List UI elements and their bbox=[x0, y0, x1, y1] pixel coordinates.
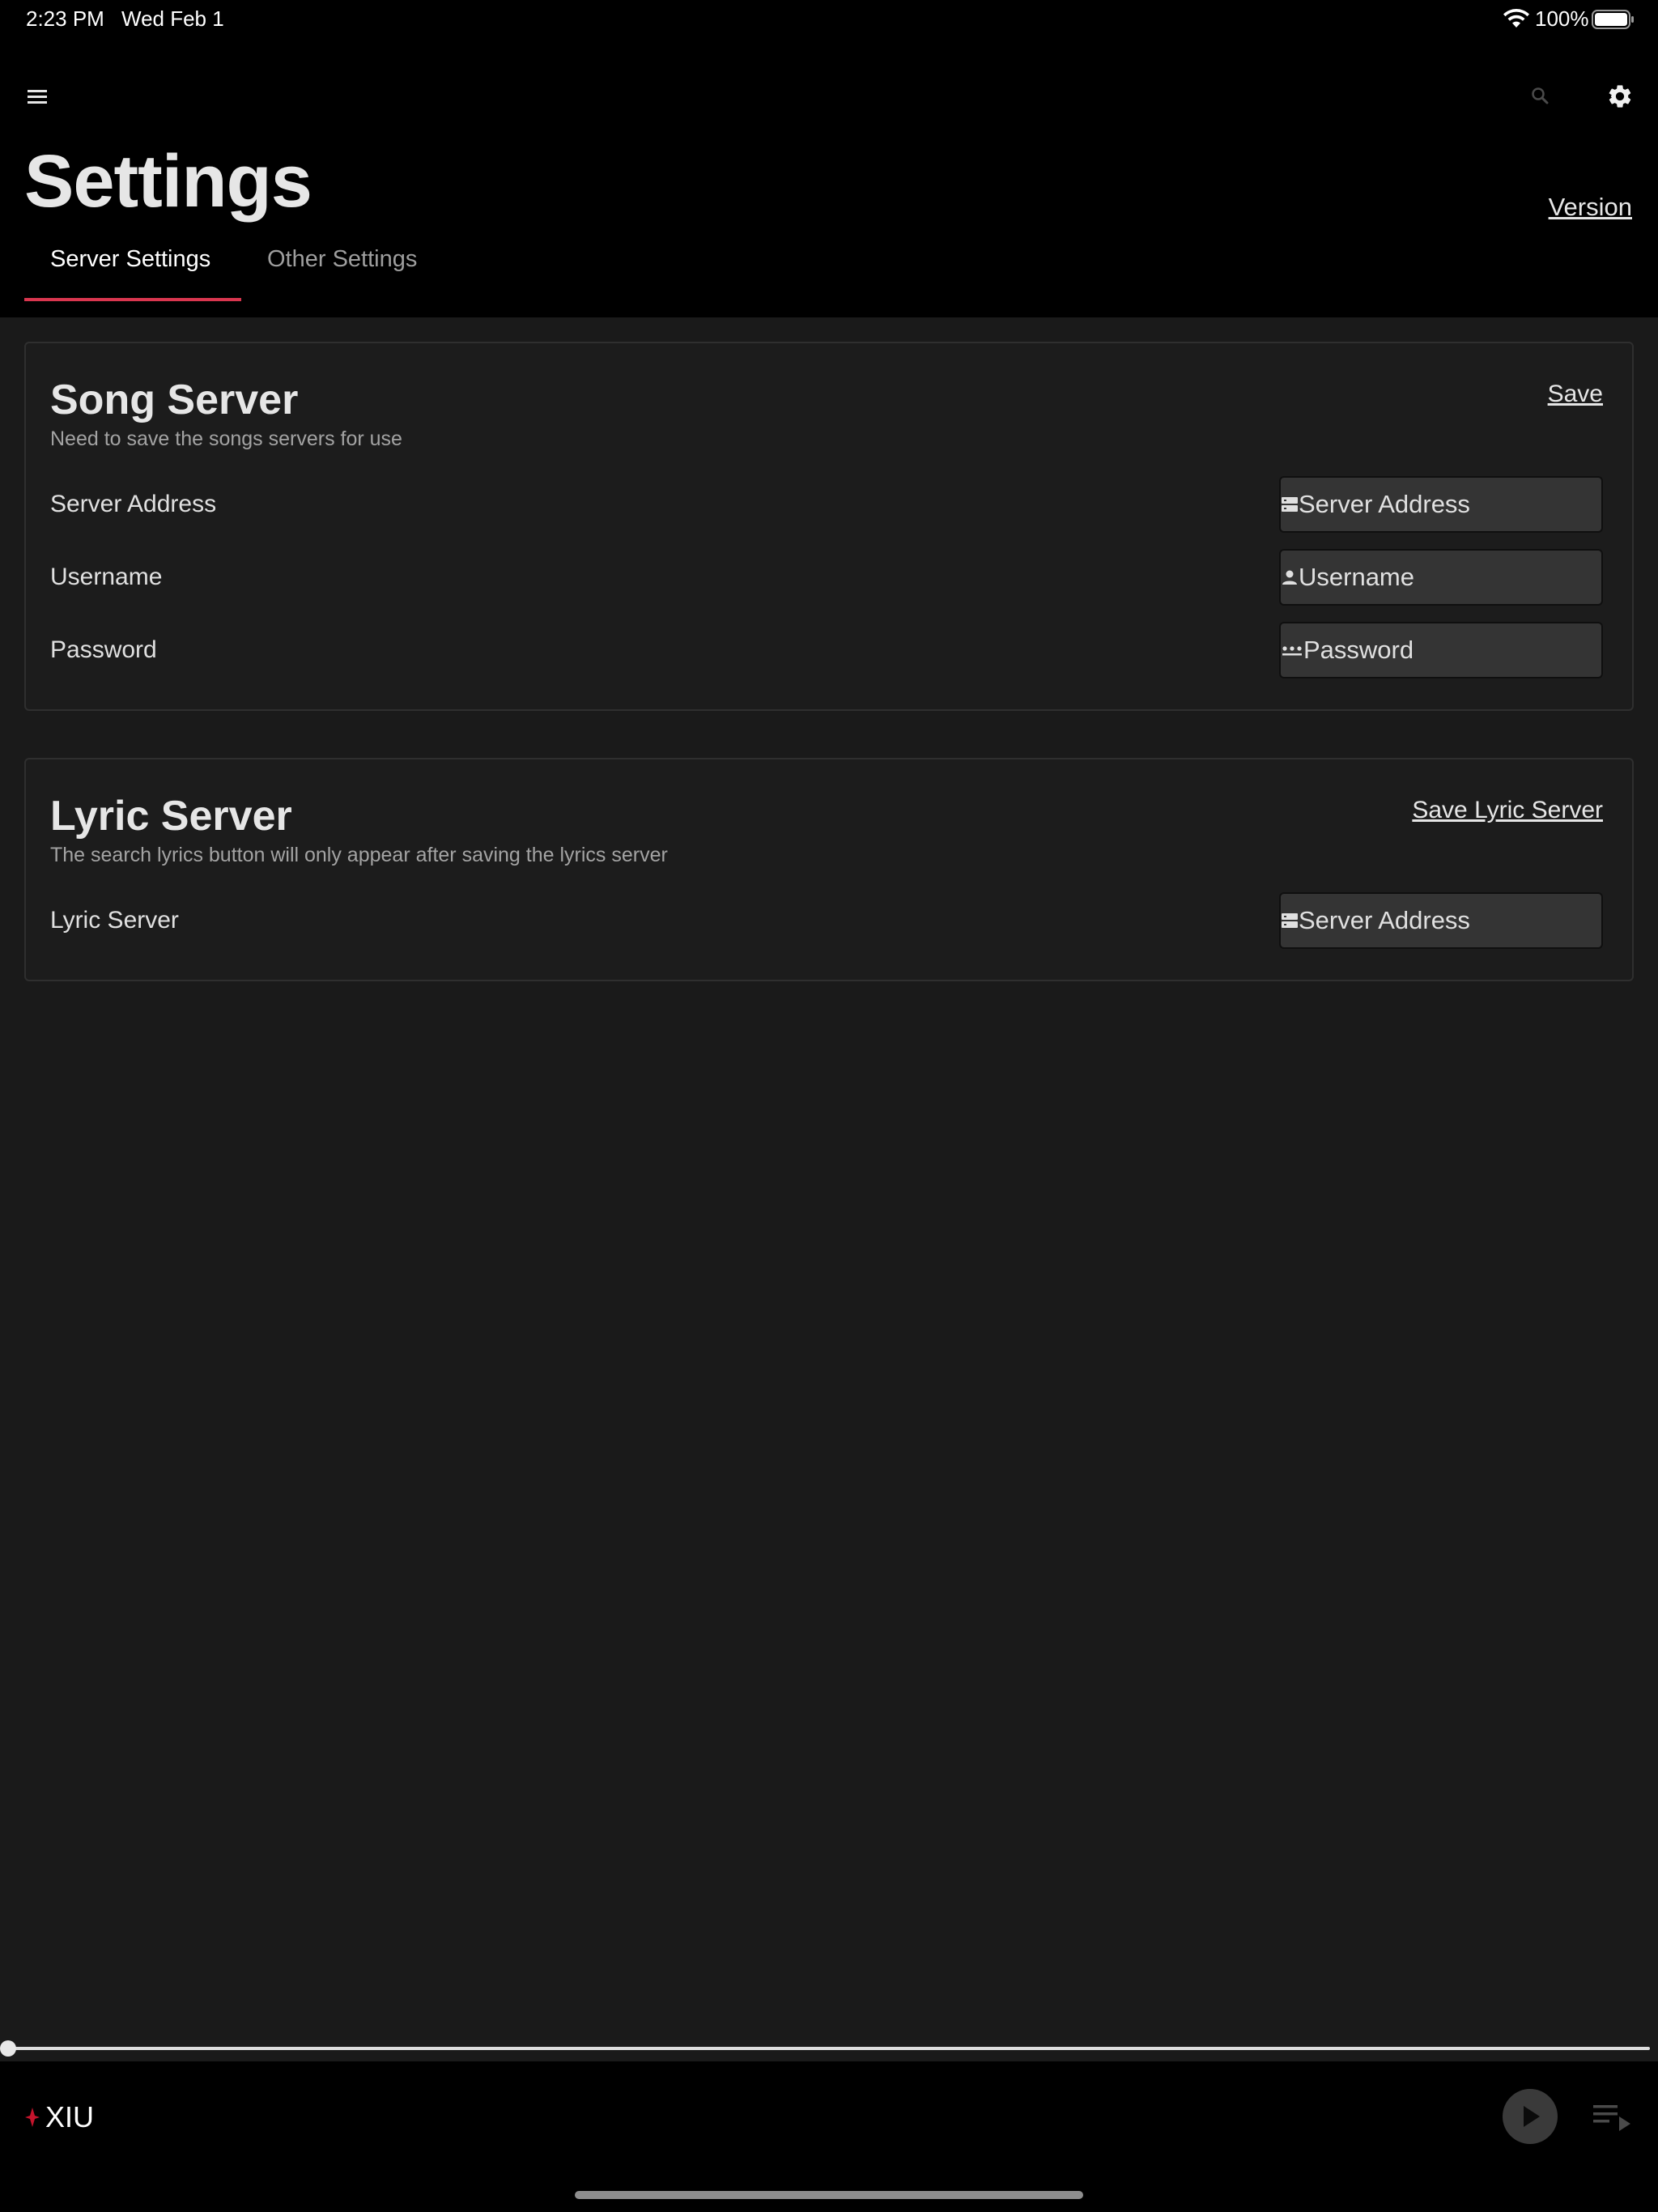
play-icon bbox=[1524, 2106, 1540, 2127]
server-icon bbox=[1281, 496, 1299, 513]
song-server-title: Song Server bbox=[50, 376, 299, 423]
play-button[interactable] bbox=[1503, 2089, 1558, 2144]
battery-percent: 100% bbox=[1535, 6, 1589, 31]
battery-icon bbox=[1592, 10, 1634, 29]
playback-progress[interactable] bbox=[8, 2047, 1650, 2050]
tab-other-settings[interactable]: Other Settings bbox=[241, 243, 443, 301]
app-header: 2:23 PM Wed Feb 1 100% Settings Version … bbox=[0, 0, 1658, 317]
password-icon bbox=[1281, 641, 1303, 659]
app-logo: XIU bbox=[24, 2100, 94, 2134]
password-field[interactable] bbox=[1279, 622, 1626, 678]
queue-icon[interactable] bbox=[1592, 2102, 1635, 2136]
page-title: Settings bbox=[24, 140, 312, 223]
wifi-icon bbox=[1503, 9, 1529, 28]
song-server-subtitle: Need to save the songs servers for use bbox=[50, 428, 402, 450]
player-bar bbox=[0, 2061, 1658, 2212]
save-lyric-server-button[interactable]: Save Lyric Server bbox=[1412, 797, 1603, 824]
version-link[interactable]: Version bbox=[1549, 193, 1632, 222]
status-time: 2:23 PM bbox=[26, 6, 104, 31]
logo-mark-icon bbox=[25, 2108, 40, 2127]
server-address-label: Server Address bbox=[50, 491, 217, 517]
tab-server-settings[interactable]: Server Settings bbox=[24, 243, 241, 301]
home-indicator bbox=[575, 2191, 1083, 2199]
username-label: Username bbox=[50, 564, 163, 590]
username-input[interactable] bbox=[1299, 563, 1622, 592]
settings-tabs: Server Settings Other Settings bbox=[24, 243, 443, 301]
password-input[interactable] bbox=[1303, 636, 1626, 665]
status-date: Wed Feb 1 bbox=[121, 6, 224, 31]
lyric-server-subtitle: The search lyrics button will only appea… bbox=[50, 844, 668, 866]
username-field[interactable] bbox=[1279, 549, 1622, 606]
progress-handle[interactable] bbox=[0, 2040, 16, 2057]
menu-icon[interactable] bbox=[24, 84, 53, 110]
lyric-server-field[interactable] bbox=[1279, 892, 1622, 949]
logo-text: XIU bbox=[45, 2100, 95, 2133]
server-icon bbox=[1281, 912, 1299, 929]
lyric-server-title: Lyric Server bbox=[50, 793, 292, 840]
status-bar: 2:23 PM Wed Feb 1 100% bbox=[0, 0, 1658, 40]
password-label: Password bbox=[50, 636, 157, 663]
gear-icon[interactable] bbox=[1606, 83, 1634, 110]
search-icon[interactable] bbox=[1528, 84, 1553, 108]
save-button[interactable]: Save bbox=[1548, 381, 1603, 408]
lyric-server-input[interactable] bbox=[1299, 906, 1622, 935]
lyric-server-label: Lyric Server bbox=[50, 907, 179, 934]
server-address-field[interactable] bbox=[1279, 476, 1622, 533]
song-server-card: Song Server Need to save the songs serve… bbox=[24, 342, 1634, 711]
person-icon bbox=[1281, 568, 1299, 586]
lyric-server-card: Lyric Server The search lyrics button wi… bbox=[24, 758, 1634, 981]
server-address-input[interactable] bbox=[1299, 490, 1622, 519]
